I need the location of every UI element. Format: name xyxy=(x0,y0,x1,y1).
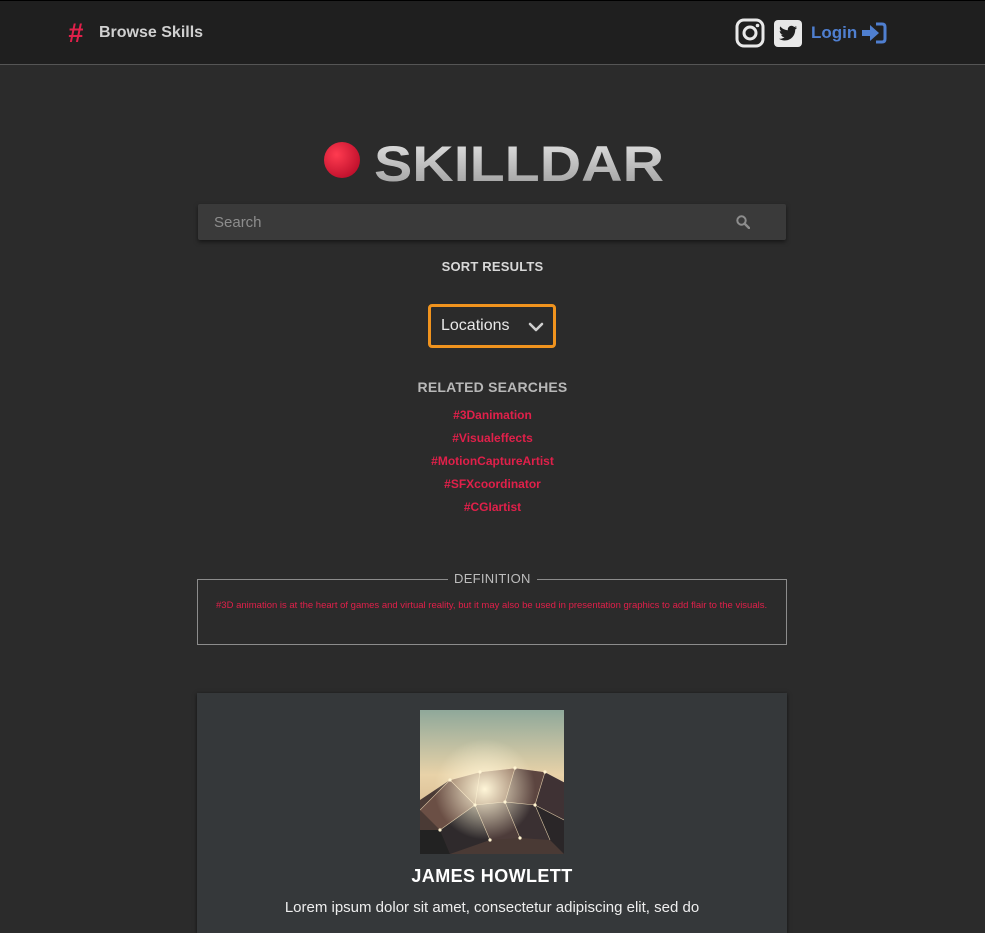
search-bar xyxy=(198,204,786,240)
related-tag-link[interactable]: #MotionCaptureArtist xyxy=(0,452,985,475)
profile-card[interactable]: JAMES HOWLETT Lorem ipsum dolor sit amet… xyxy=(197,693,787,933)
related-tag-link[interactable]: #CGIartist xyxy=(0,498,985,521)
hash-icon: # xyxy=(68,18,84,48)
logo-text: SKILLDAR xyxy=(374,138,664,184)
search-input[interactable] xyxy=(198,204,718,240)
search-icon[interactable] xyxy=(736,215,750,229)
chevron-down-icon xyxy=(528,322,544,332)
related-tags-list: #3Danimation #Visualeffects #MotionCaptu… xyxy=(0,406,985,521)
browse-skills-link[interactable]: # Browse Skills xyxy=(68,18,204,48)
sort-select[interactable]: Locations xyxy=(428,304,556,348)
login-link[interactable]: Login xyxy=(811,22,887,44)
related-tag-link[interactable]: #3Danimation xyxy=(0,406,985,429)
profile-avatar[interactable] xyxy=(420,710,564,854)
twitter-icon[interactable] xyxy=(773,18,803,48)
definition-text: #3D animation is at the heart of games a… xyxy=(216,600,768,611)
definition-box: DEFINITION #3D animation is at the heart… xyxy=(197,571,787,645)
sort-selected-value: Locations xyxy=(441,317,510,334)
browse-skills-label: Browse Skills xyxy=(99,24,204,41)
login-label: Login xyxy=(811,23,858,42)
sort-results-title: SORT RESULTS xyxy=(441,259,544,274)
top-navbar: # Browse Skills Login xyxy=(0,0,985,65)
sign-in-icon xyxy=(862,22,887,44)
related-tag-link[interactable]: #SFXcoordinator xyxy=(0,475,985,498)
instagram-icon[interactable] xyxy=(735,18,765,48)
profile-name[interactable]: JAMES HOWLETT xyxy=(197,866,787,887)
profile-bio: Lorem ipsum dolor sit amet, consectetur … xyxy=(284,899,700,916)
definition-legend: DEFINITION xyxy=(448,571,537,586)
skilldar-logo: SKILLDAR xyxy=(324,138,664,184)
related-tag-link[interactable]: #Visualeffects xyxy=(0,429,985,452)
navbar-right: Login xyxy=(735,18,887,48)
related-searches-title: RELATED SEARCHES xyxy=(417,379,568,395)
